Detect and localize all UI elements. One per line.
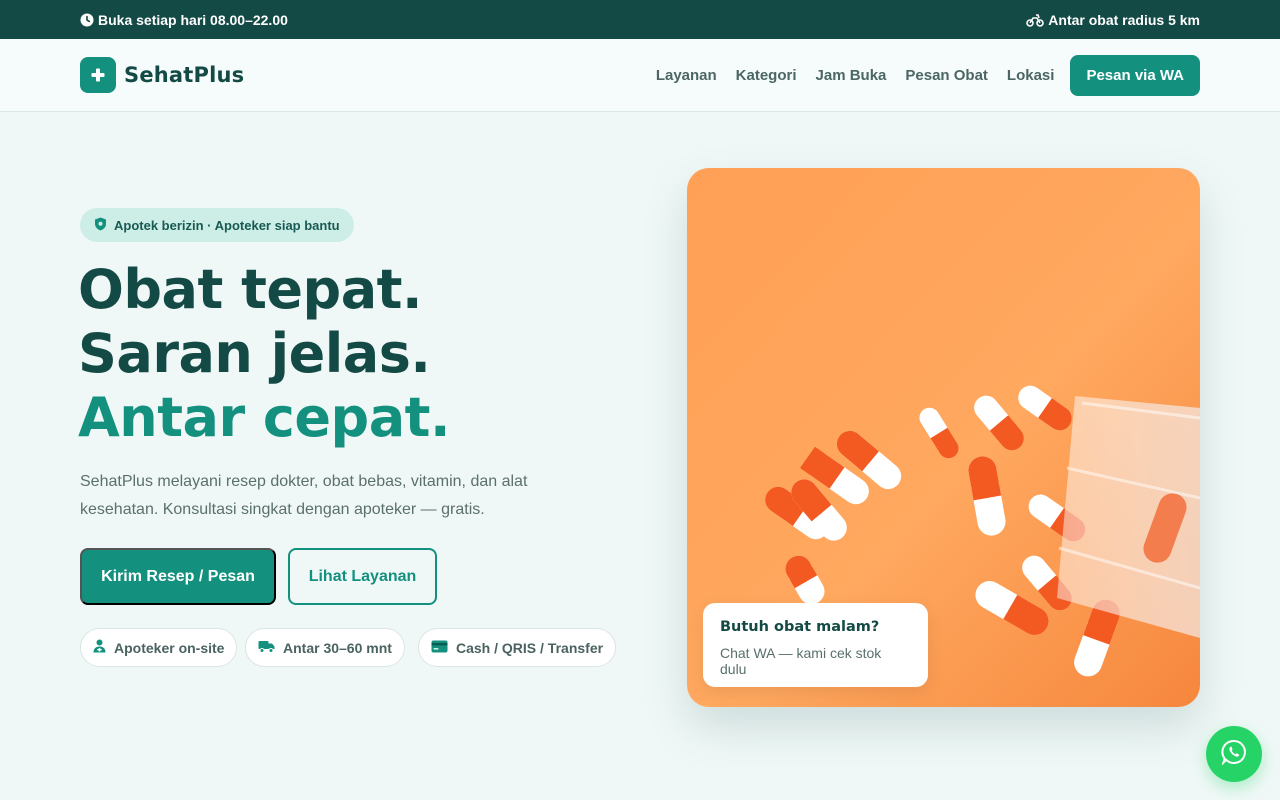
chip-label: Antar 30–60 mnt [283,639,392,656]
site-header: SehatPlus Layanan Kategori Jam Buka Pesa… [0,39,1280,112]
nav-pesan-obat[interactable]: Pesan Obat [905,67,988,84]
night-order-subtitle: Chat WA — kami cek stok dulu [720,645,882,677]
opening-hours-text: Buka setiap hari 08.00–22.00 [98,11,288,28]
nav-kategori[interactable]: Kategori [736,67,797,84]
hero-headline: Obat tepat. Saran jelas. Antar cepat. [78,258,450,450]
nav-layanan[interactable]: Layanan [656,67,717,84]
plus-icon [80,57,116,93]
whatsapp-float-button[interactable] [1206,726,1262,782]
night-order-title: Butuh obat malam? [720,619,880,635]
brand-name: SehatPlus [124,63,245,87]
night-order-card: Butuh obat malam? Chat WA — kami cek sto… [703,603,928,687]
headline-line-1: Obat tepat. [78,258,422,321]
license-badge-text: Apotek berizin · Apoteker siap bantu [114,217,340,233]
card-icon [431,640,448,656]
truck-icon [258,640,275,656]
feature-chip-payment: Cash / QRIS / Transfer [418,628,617,667]
clock-icon [80,13,94,27]
feature-chip-pharmacist: Apoteker on-site [80,628,238,667]
headline-line-3: Antar cepat. [78,386,450,449]
delivery-radius-text: Antar obat radius 5 km [1048,11,1200,28]
top-info-bar: Buka setiap hari 08.00–22.00 Antar obat … [0,0,1280,39]
nav-lokasi[interactable]: Lokasi [1007,67,1055,84]
feature-chip-delivery: Antar 30–60 mnt [245,628,405,667]
nav-jam-buka[interactable]: Jam Buka [816,67,887,84]
chip-label: Apoteker on-site [114,639,225,656]
pharmacist-icon [93,639,106,656]
main-nav: Layanan Kategori Jam Buka Pesan Obat Lok… [656,54,1200,96]
shield-icon [94,217,107,234]
motorbike-icon [1026,13,1045,27]
order-via-wa-button[interactable]: Pesan via WA [1070,54,1200,96]
hero-description: SehatPlus melayani resep dokter, obat be… [80,473,528,518]
chip-label: Cash / QRIS / Transfer [456,639,604,656]
view-services-button[interactable]: Lihat Layanan [288,548,437,605]
opening-hours: Buka setiap hari 08.00–22.00 [80,12,288,28]
headline-line-2: Saran jelas. [78,322,431,385]
delivery-radius: Antar obat radius 5 km [1026,12,1200,28]
brand-logo[interactable]: SehatPlus [80,57,244,93]
license-badge: Apotek berizin · Apoteker siap bantu [80,208,354,242]
whatsapp-icon [1221,739,1247,770]
send-prescription-button[interactable]: Kirim Resep / Pesan [80,548,276,605]
